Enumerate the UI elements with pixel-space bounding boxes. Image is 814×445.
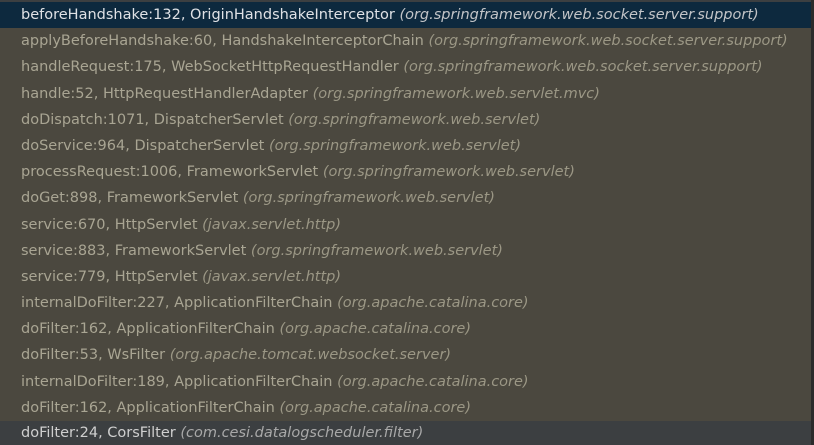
frame-method: service:883, FrameworkServlet	[21, 242, 247, 259]
frame-row[interactable]: service:779, HttpServlet (javax.servlet.…	[0, 264, 811, 290]
frame-package: (javax.servlet.http)	[202, 268, 342, 285]
frame-package: (org.apache.catalina.core)	[337, 373, 529, 390]
frame-package: (org.apache.catalina.core)	[279, 399, 471, 416]
frame-method: doFilter:53, WsFilter	[21, 347, 166, 364]
frame-method: doFilter:162, ApplicationFilterChain	[21, 399, 275, 416]
frame-package: (org.springframework.web.servlet.mvc)	[312, 85, 600, 102]
frame-row[interactable]: handleRequest:175, WebSocketHttpRequestH…	[0, 54, 811, 80]
frame-package: (org.springframework.web.socket.server.s…	[399, 7, 759, 23]
frame-row[interactable]: doGet:898, FrameworkServlet (org.springf…	[0, 185, 811, 211]
frame-method: internalDoFilter:189, ApplicationFilterC…	[21, 373, 333, 390]
frame-method: doService:964, DispatcherServlet	[21, 137, 265, 154]
frame-method: doDispatch:1071, DispatcherServlet	[21, 111, 284, 128]
frame-package: (org.springframework.web.servlet)	[250, 242, 503, 259]
frame-package: (com.cesi.datalogscheduler.filter)	[180, 425, 424, 441]
frame-package: (org.springframework.web.servlet)	[288, 111, 541, 128]
frame-package: (org.apache.catalina.core)	[337, 295, 529, 312]
frame-method: service:670, HttpServlet	[21, 216, 198, 233]
frame-method: beforeHandshake:132, OriginHandshakeInte…	[21, 7, 395, 23]
frame-method: processRequest:1006, FrameworkServlet	[21, 164, 319, 181]
frame-package: (org.apache.catalina.core)	[279, 321, 471, 338]
frame-package: (org.springframework.web.servlet)	[268, 137, 521, 154]
frame-row[interactable]: doDispatch:1071, DispatcherServlet (org.…	[0, 107, 811, 133]
frame-package: (javax.servlet.http)	[202, 216, 342, 233]
frames-panel: beforeHandshake:132, OriginHandshakeInte…	[0, 0, 814, 445]
frame-row[interactable]: service:670, HttpServlet (javax.servlet.…	[0, 212, 811, 238]
frame-row[interactable]: doFilter:162, ApplicationFilterChain (or…	[0, 316, 811, 342]
frame-package: (org.apache.tomcat.websocket.server)	[169, 347, 452, 364]
frame-package: (org.springframework.web.servlet)	[322, 164, 575, 181]
frame-row[interactable]: doFilter:24, CorsFilter (com.cesi.datalo…	[0, 421, 814, 445]
frame-row[interactable]: service:883, FrameworkServlet (org.sprin…	[0, 238, 811, 264]
frame-row[interactable]: processRequest:1006, FrameworkServlet (o…	[0, 159, 811, 185]
frame-method: doGet:898, FrameworkServlet	[21, 190, 239, 207]
frame-method: doFilter:24, CorsFilter	[21, 425, 176, 441]
frame-method: handle:52, HttpRequestHandlerAdapter	[21, 85, 308, 102]
frame-row[interactable]: internalDoFilter:189, ApplicationFilterC…	[0, 369, 811, 395]
frame-method: doFilter:162, ApplicationFilterChain	[21, 321, 275, 338]
frame-row[interactable]: doFilter:162, ApplicationFilterChain (or…	[0, 395, 811, 421]
stack-frame-list[interactable]: beforeHandshake:132, OriginHandshakeInte…	[0, 2, 814, 421]
frame-row[interactable]: applyBeforeHandshake:60, HandshakeInterc…	[0, 28, 811, 54]
frame-method: internalDoFilter:227, ApplicationFilterC…	[21, 295, 333, 312]
frame-row[interactable]: handle:52, HttpRequestHandlerAdapter (or…	[0, 81, 811, 107]
frame-row[interactable]: doFilter:53, WsFilter (org.apache.tomcat…	[0, 342, 811, 368]
frame-method: service:779, HttpServlet	[21, 268, 198, 285]
frame-method: applyBeforeHandshake:60, HandshakeInterc…	[21, 33, 424, 50]
frame-package: (org.springframework.web.servlet)	[242, 190, 495, 207]
frame-row[interactable]: beforeHandshake:132, OriginHandshakeInte…	[0, 2, 811, 29]
frame-package: (org.springframework.web.socket.server.s…	[403, 59, 763, 76]
frame-row[interactable]: internalDoFilter:227, ApplicationFilterC…	[0, 290, 811, 316]
frame-method: handleRequest:175, WebSocketHttpRequestH…	[21, 59, 399, 76]
frame-package: (org.springframework.web.socket.server.s…	[428, 33, 788, 50]
frame-row[interactable]: doService:964, DispatcherServlet (org.sp…	[0, 133, 811, 159]
